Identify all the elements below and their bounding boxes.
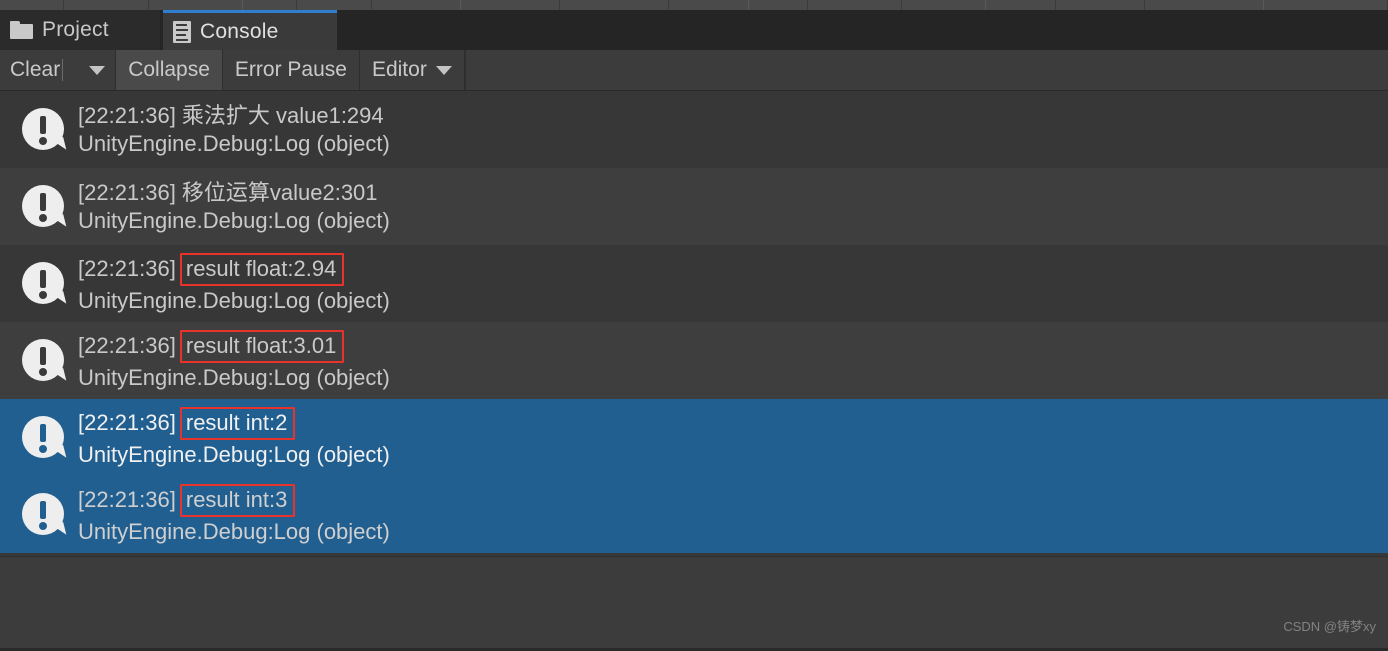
console-log-list[interactable]: [22:21:36] 乘法扩大 value1:294 UnityEngine.Deb…	[0, 91, 1388, 556]
log-entry-row[interactable]: [22:21:36] result float:2.94 UnityEngine.D…	[0, 245, 1388, 322]
top-strip-segment	[749, 0, 809, 10]
watermark-text: CSDN @铸梦xy	[1283, 619, 1376, 634]
log-entry-message-highlighted: result float:2.94	[179, 253, 345, 286]
top-strip-segment	[149, 0, 243, 10]
folder-icon	[10, 21, 33, 39]
log-entry-message-highlighted: result int:3	[179, 484, 296, 517]
clear-dropdown-button[interactable]	[79, 50, 117, 90]
error-pause-toggle-label: Error Pause	[234, 58, 347, 81]
editor-dropdown-label: Editor	[371, 58, 427, 81]
log-entry-line-primary: [22:21:36] 移位运算value2:301	[78, 180, 390, 206]
log-message-icon	[22, 414, 67, 462]
log-entry-message-highlighted: result int:2	[179, 407, 296, 440]
console-doc-icon	[173, 20, 191, 46]
unity-console-window: Project Console Clear Collapse Error Pau…	[0, 0, 1388, 651]
tab-project-label: Project	[42, 18, 109, 41]
log-entry-text: [22:21:36] 移位运算value2:301 UnityEngine.Debu…	[78, 180, 390, 234]
console-toolbar: Clear Collapse Error Pause Editor	[0, 50, 1388, 91]
log-entry-text: [22:21:36] result int:3 UnityEngine.Debug:…	[78, 484, 390, 545]
log-message-icon	[22, 337, 67, 385]
log-entry-stacktrace: UnityEngine.Debug:Log (object)	[78, 288, 390, 313]
top-strip-segment	[1145, 0, 1265, 10]
collapse-toggle-label: Collapse	[128, 58, 210, 81]
top-strip-segment	[372, 0, 462, 10]
log-entry-line-primary: [22:21:36] result float:3.01	[78, 330, 390, 363]
clear-button[interactable]: Clear	[0, 50, 80, 90]
log-entry-row[interactable]: [22:21:36] result int:2 UnityEngine.Debug:…	[0, 399, 1388, 476]
panel-tab-bar: Project Console	[0, 10, 1388, 50]
top-strip-segment	[297, 0, 372, 10]
top-strip-segment	[1264, 0, 1388, 10]
editor-dropdown[interactable]: Editor	[359, 50, 465, 90]
top-strip-segment	[64, 0, 149, 10]
log-entry-message: 乘法扩大 value1:294	[181, 102, 384, 128]
tab-console[interactable]: Console	[163, 10, 337, 50]
log-entry-message: 移位运算value2:301	[181, 179, 378, 205]
tab-project[interactable]: Project	[0, 10, 160, 50]
log-entry-text: [22:21:36] result float:2.94 UnityEngine.D…	[78, 253, 390, 314]
log-entry-text: [22:21:36] result int:2 UnityEngine.Debug:…	[78, 407, 390, 468]
log-entry-line-primary: [22:21:36] result float:2.94	[78, 253, 390, 286]
tab-console-label: Console	[200, 19, 279, 43]
log-message-icon	[22, 260, 67, 308]
log-entry-stacktrace: UnityEngine.Debug:Log (object)	[78, 442, 390, 467]
log-message-icon	[22, 106, 67, 154]
chevron-down-icon	[435, 65, 452, 75]
collapse-toggle[interactable]: Collapse	[116, 50, 223, 90]
clear-separator	[62, 59, 64, 81]
clear-button-label: Clear	[10, 58, 61, 81]
log-entry-stacktrace: UnityEngine.Debug:Log (object)	[78, 365, 390, 390]
log-entry-timestamp: [22:21:36]	[78, 487, 176, 513]
log-entry-stacktrace: UnityEngine.Debug:Log (object)	[78, 207, 390, 233]
console-detail-pane[interactable]: CSDN @铸梦xy	[0, 556, 1388, 649]
log-message-icon	[22, 491, 67, 539]
top-strip-segment	[669, 0, 749, 10]
log-entry-timestamp: [22:21:36]	[78, 179, 176, 205]
log-message-icon	[22, 183, 67, 231]
top-strip-segment	[986, 0, 1056, 10]
log-entry-message-highlighted: result float:3.01	[179, 330, 345, 363]
top-strip-segment	[461, 0, 561, 10]
log-entry-stacktrace: UnityEngine.Debug:Log (object)	[78, 130, 390, 156]
log-entry-line-primary: [22:21:36] result int:2	[78, 407, 390, 440]
top-strip-segment	[560, 0, 670, 10]
log-entry-row[interactable]: [22:21:36] result int:3 UnityEngine.Debug:…	[0, 476, 1388, 553]
error-pause-toggle[interactable]: Error Pause	[222, 50, 360, 90]
chevron-down-icon	[89, 65, 106, 75]
window-top-strip	[0, 0, 1388, 10]
log-entry-row[interactable]: [22:21:36] 乘法扩大 value1:294 UnityEngine.Deb…	[0, 91, 1388, 168]
top-strip-segment	[1056, 0, 1146, 10]
log-entry-text: [22:21:36] 乘法扩大 value1:294 UnityEngine.Deb…	[78, 103, 390, 157]
log-entry-line-primary: [22:21:36] result int:3	[78, 484, 390, 517]
log-entry-row[interactable]: [22:21:36] result float:3.01 UnityEngine.D…	[0, 322, 1388, 399]
top-strip-segment	[0, 0, 65, 10]
log-entry-timestamp: [22:21:36]	[78, 102, 176, 128]
log-entry-stacktrace: UnityEngine.Debug:Log (object)	[78, 519, 390, 544]
top-strip-segment	[243, 0, 298, 10]
log-entry-line-primary: [22:21:36] 乘法扩大 value1:294	[78, 103, 390, 129]
top-strip-segment	[808, 0, 903, 10]
log-entry-timestamp: [22:21:36]	[78, 333, 176, 359]
log-entry-text: [22:21:36] result float:3.01 UnityEngine.D…	[78, 330, 390, 391]
top-strip-segment	[902, 0, 987, 10]
log-entry-timestamp: [22:21:36]	[78, 410, 176, 436]
log-entry-row[interactable]: [22:21:36] 移位运算value2:301 UnityEngine.Debu…	[0, 168, 1388, 245]
log-entry-timestamp: [22:21:36]	[78, 256, 176, 282]
toolbar-empty-space	[464, 50, 1388, 90]
